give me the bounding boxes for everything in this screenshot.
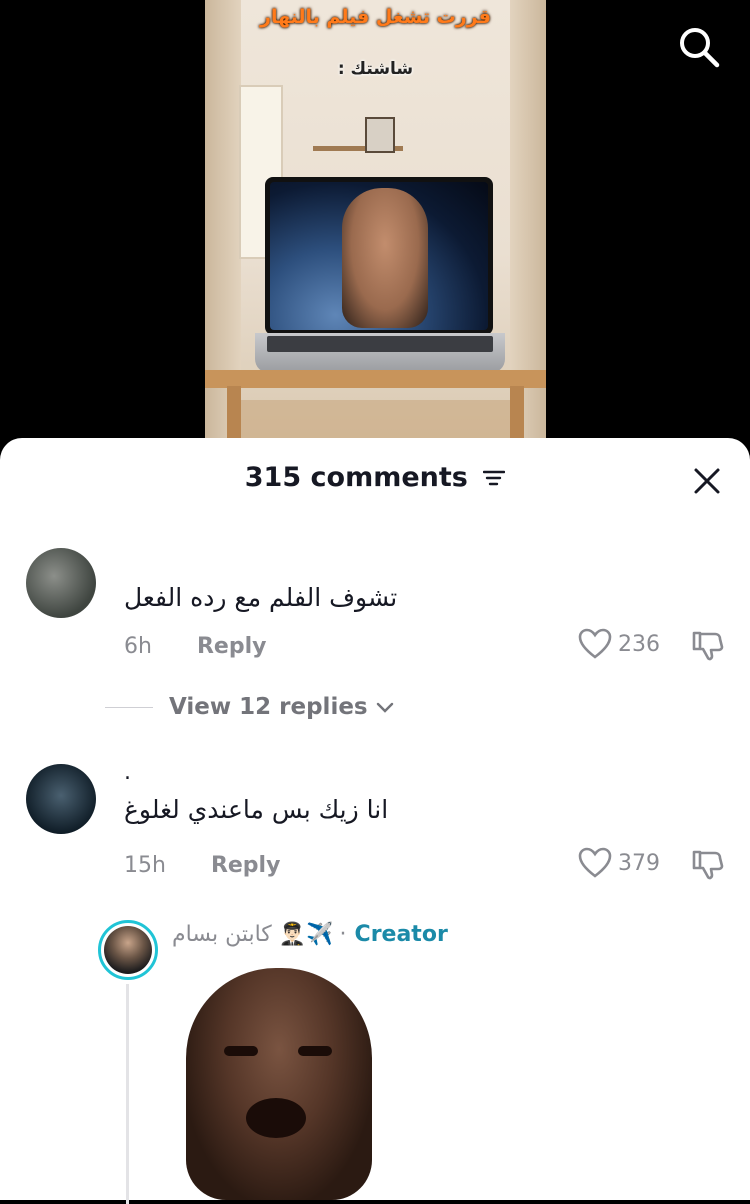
view-replies-button[interactable]: View 12 replies [105, 694, 396, 720]
creator-avatar-image [104, 926, 152, 974]
thread-divider [105, 706, 153, 708]
heart-icon [578, 628, 612, 659]
heart-icon [578, 847, 612, 878]
avatar[interactable] [26, 548, 96, 618]
chevron-down-icon [376, 702, 393, 713]
video-caption-top: قررت تشغل فيلم بالنهار [260, 6, 491, 28]
reply-sticker-image[interactable] [186, 968, 372, 1200]
comment-text: انا زيك بس ماعندي لغلوغ [124, 795, 389, 824]
reply-button[interactable]: Reply [211, 853, 281, 878]
like-button[interactable]: 236 [578, 628, 660, 660]
earth-wallpaper [270, 182, 488, 330]
video-player[interactable]: قررت تشغل فيلم بالنهار شاشتك : [0, 0, 750, 460]
comment-time: 15h [124, 853, 166, 878]
comments-count: 315 comments [244, 462, 468, 493]
wall-picture [365, 117, 395, 153]
laptop-keyboard [267, 336, 493, 352]
search-button[interactable] [676, 24, 722, 70]
like-count: 379 [618, 850, 660, 876]
comment-username[interactable]: . [124, 760, 131, 785]
view-replies-label: View 12 replies [169, 694, 368, 720]
comment-meta: 6h Reply [124, 634, 266, 659]
search-icon [680, 28, 720, 68]
creator-badge: Creator [354, 922, 448, 947]
creator-avatar[interactable] [98, 920, 158, 980]
sticker-mouth [246, 1098, 306, 1138]
thumbs-down-icon [692, 631, 724, 661]
dislike-button[interactable] [690, 628, 726, 664]
video-caption-second: شاشتك : [337, 59, 414, 79]
comment-text: تشوف الفلم مع رده الفعل [124, 583, 398, 612]
separator-dot: · [339, 922, 347, 947]
table-top [205, 370, 546, 388]
comments-header: 315 comments [0, 462, 750, 494]
sticker-eye-right [298, 1046, 332, 1056]
filter-icon[interactable] [483, 463, 506, 494]
avatar[interactable] [26, 764, 96, 834]
comment-time: 6h [124, 634, 152, 659]
reply-button[interactable]: Reply [197, 634, 267, 659]
creator-username[interactable]: كابتن بسام 👨🏻‍✈️✈️ [172, 922, 334, 947]
laptop-screen [265, 177, 493, 335]
sticker-eye-left [224, 1046, 258, 1056]
face-overlay [342, 188, 428, 328]
comment-meta: 15h Reply [124, 853, 280, 878]
reply-thread-line [126, 984, 129, 1204]
creator-name-row: كابتن بسام 👨🏻‍✈️✈️ · Creator [172, 922, 448, 947]
like-count: 236 [618, 631, 660, 657]
video-frame[interactable]: قررت تشغل فيلم بالنهار شاشتك : [205, 0, 546, 460]
close-icon [694, 468, 720, 494]
close-button[interactable] [692, 466, 722, 496]
like-button[interactable]: 379 [578, 847, 660, 879]
comments-sheet: 315 comments تشوف الفلم مع رده الفعل 6h … [0, 438, 750, 1204]
dislike-button[interactable] [690, 847, 726, 883]
thumbs-down-icon [692, 850, 724, 880]
